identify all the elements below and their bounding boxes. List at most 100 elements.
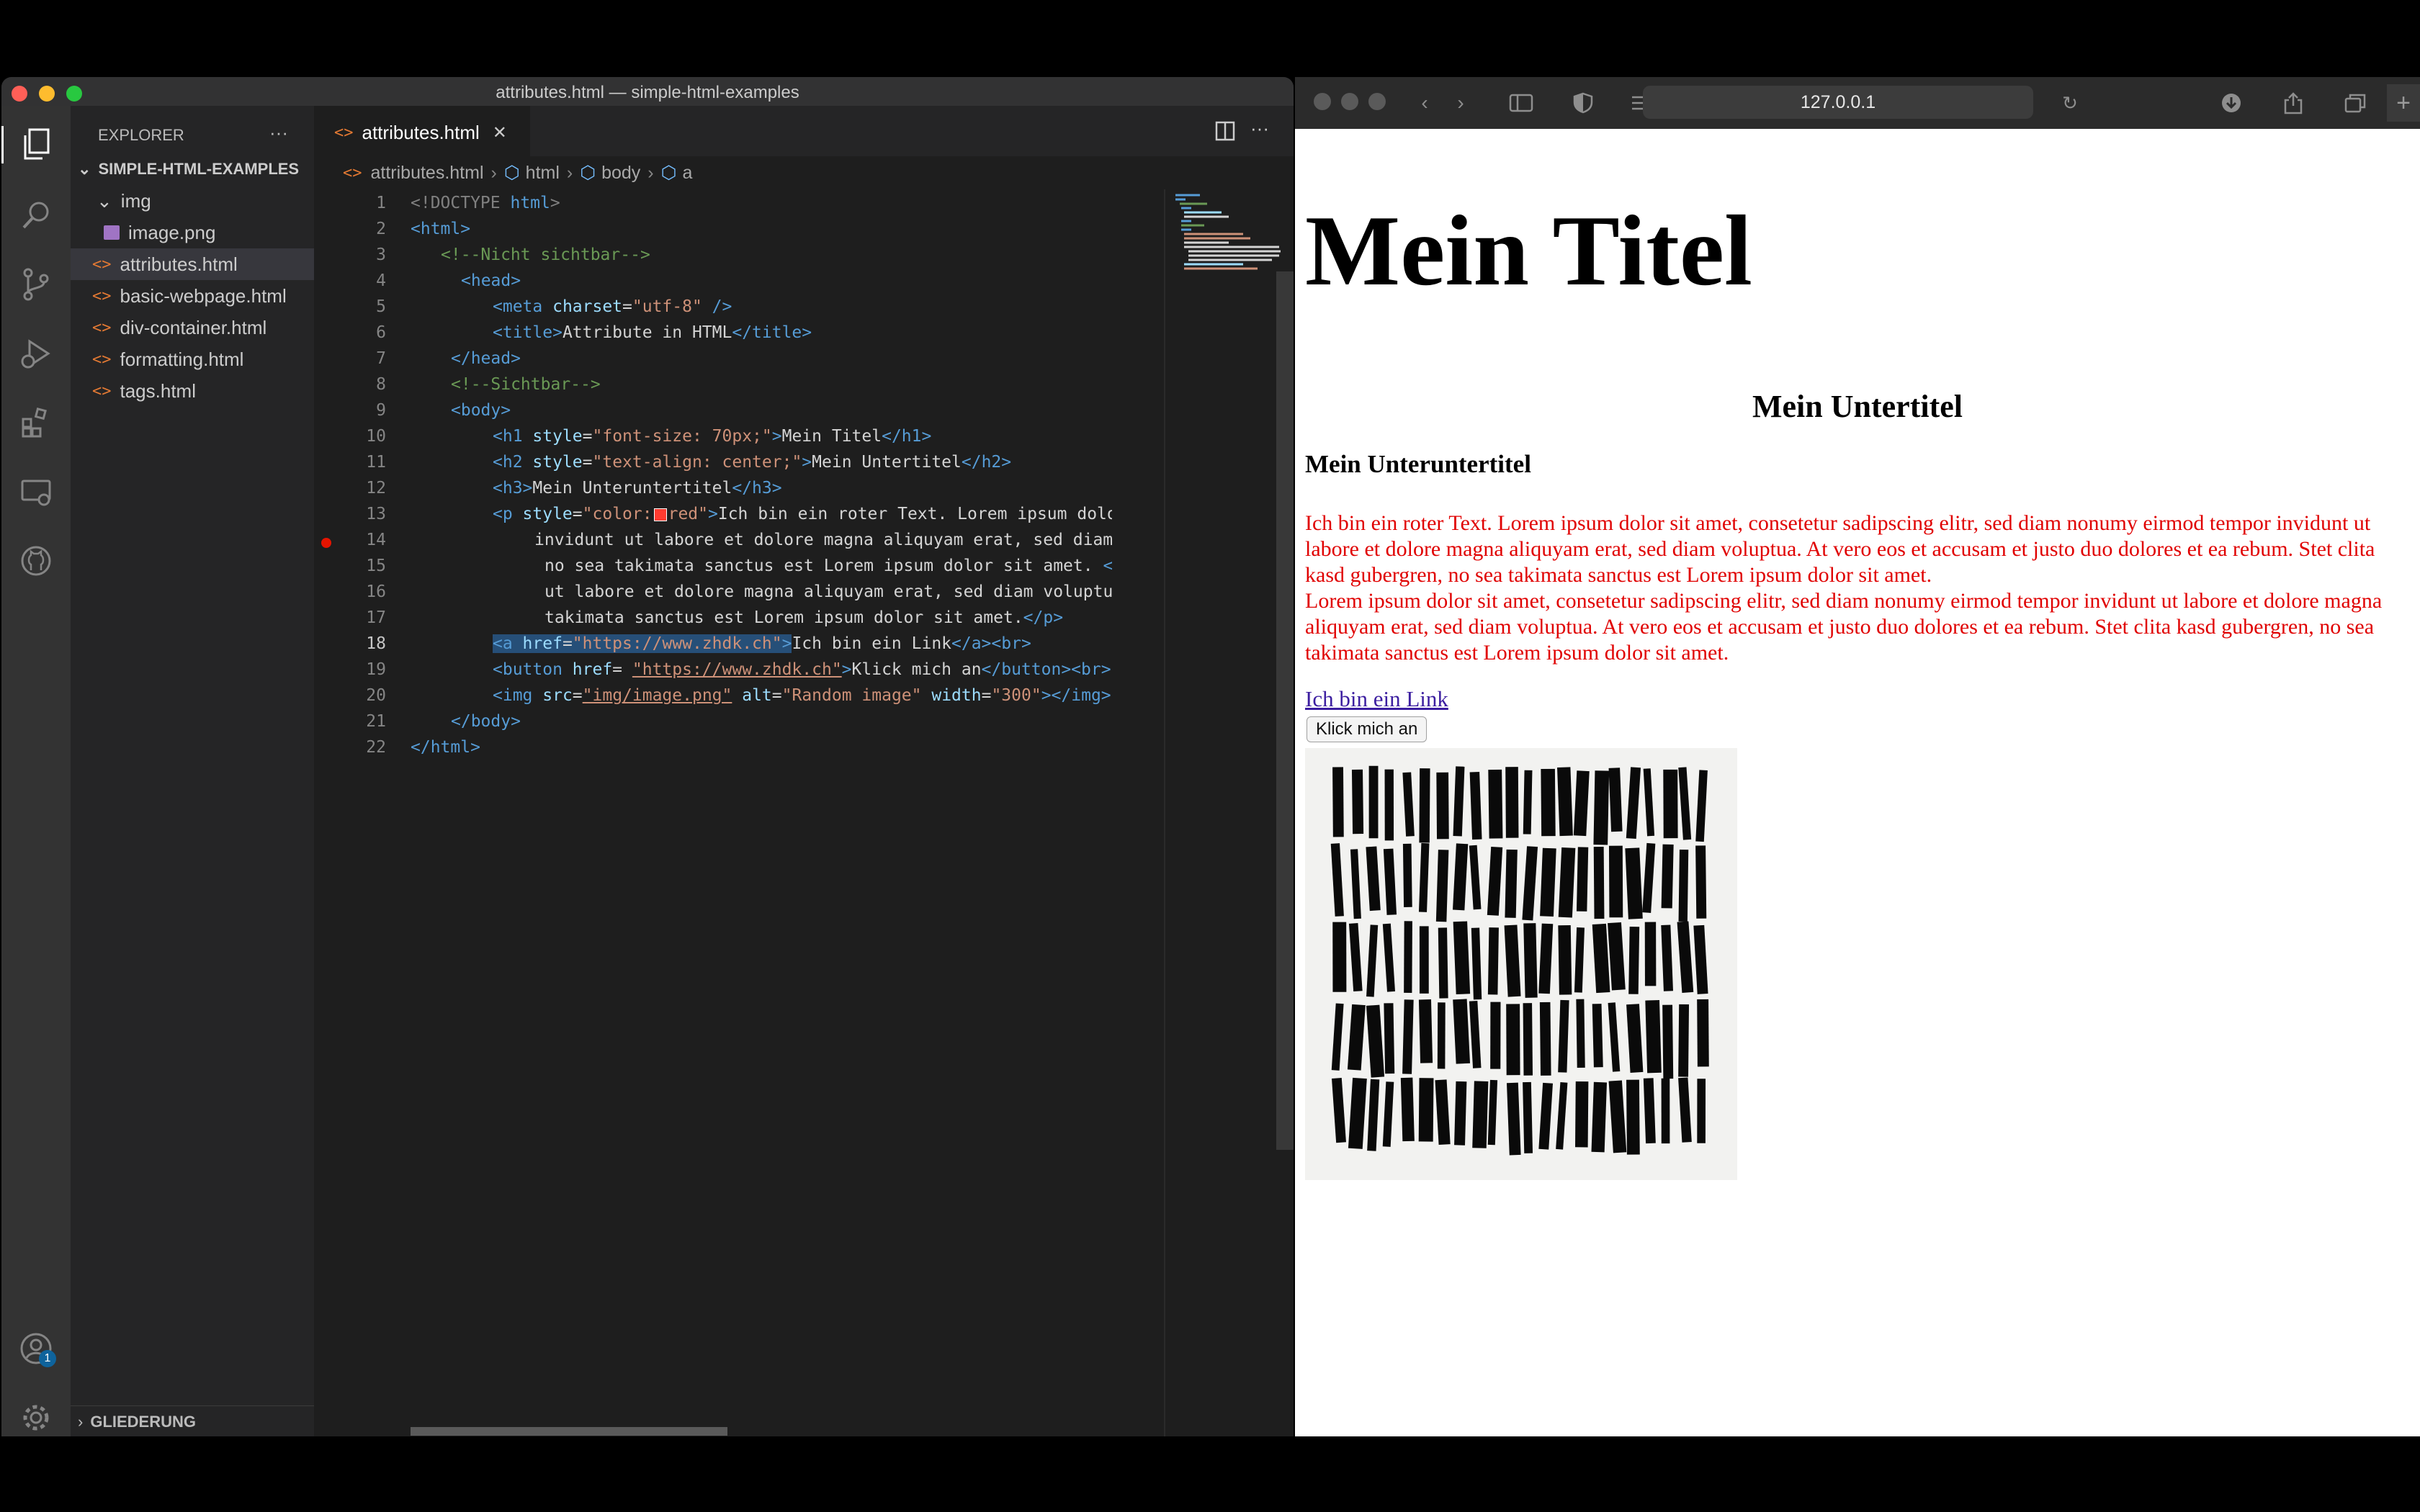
image-bar <box>1558 999 1569 1073</box>
image-bar <box>1626 1079 1640 1155</box>
line-number: 12 <box>366 479 386 498</box>
downloads-icon[interactable] <box>2217 89 2246 117</box>
outline-section[interactable]: › GLIEDERUNG <box>71 1405 314 1436</box>
tree-item-div-container[interactable]: <> div-container.html <box>71 312 314 343</box>
image-bar <box>1695 845 1707 919</box>
explorer-icon[interactable] <box>1 126 71 163</box>
breadcrumb-item[interactable]: body <box>601 163 640 184</box>
sidebar-toggle-icon[interactable] <box>1507 89 1536 117</box>
image-bar <box>1366 1004 1385 1078</box>
source-control-icon[interactable] <box>17 266 55 303</box>
reload-icon[interactable]: ↻ <box>2056 89 2084 117</box>
address-bar[interactable]: 127.0.0.1 <box>1643 86 2033 119</box>
project-folder[interactable]: ⌄ SIMPLE-HTML-EXAMPLES <box>71 153 314 185</box>
image-bar <box>1592 1004 1603 1068</box>
element-icon: ⬡ <box>580 163 596 183</box>
chevron-down-icon: ⌄ <box>97 189 112 212</box>
explorer-header: EXPLORER <box>98 126 184 144</box>
explorer-more-button[interactable]: ··· <box>269 122 288 144</box>
extensions-icon[interactable] <box>17 404 55 441</box>
line-number: 6 <box>376 323 386 342</box>
image-bar <box>1677 921 1694 993</box>
tab-attributes-html[interactable]: <> attributes.html ✕ <box>314 106 530 158</box>
image-bar <box>1347 1004 1366 1071</box>
forward-icon[interactable]: › <box>1446 89 1475 117</box>
tree-item-basic-webpage[interactable]: <> basic-webpage.html <box>71 280 314 312</box>
close-window-button[interactable] <box>1314 93 1331 110</box>
image-bar <box>1697 1079 1706 1143</box>
horizontal-scrollbar[interactable] <box>411 1427 727 1436</box>
image-bar <box>1558 847 1576 918</box>
image-bar <box>1487 927 1499 995</box>
tree-item-attributes-html[interactable]: <> attributes.html <box>71 248 314 280</box>
breadcrumb-item[interactable]: attributes.html <box>371 163 484 184</box>
image-bar <box>1678 849 1689 922</box>
line-number: 8 <box>376 375 386 394</box>
explorer-sidebar: EXPLORER ··· ⌄ SIMPLE-HTML-EXAMPLES ⌄ im… <box>71 106 314 1436</box>
new-tab-icon[interactable]: + <box>2387 84 2420 122</box>
back-icon[interactable]: ‹ <box>1410 89 1439 117</box>
element-icon: ⬡ <box>503 163 520 183</box>
privacy-shield-icon[interactable] <box>1569 89 1597 117</box>
tree-item-label: image.png <box>128 221 216 243</box>
image-bar <box>1678 1004 1690 1077</box>
accounts-icon[interactable]: 1 <box>17 1330 56 1367</box>
breakpoint-dot[interactable] <box>321 538 331 548</box>
image-bar <box>1644 922 1657 986</box>
github-icon[interactable] <box>17 542 55 580</box>
search-icon[interactable] <box>17 197 55 234</box>
color-swatch[interactable] <box>653 508 667 521</box>
page-link[interactable]: Ich bin ein Link <box>1305 686 1448 712</box>
tab-close-icon[interactable]: ✕ <box>493 122 507 143</box>
share-icon[interactable] <box>2279 89 2308 117</box>
page-subtitle: Mein Untertitel <box>1752 389 1963 424</box>
image-bar <box>1576 999 1585 1068</box>
chevron-right-icon: › <box>78 1412 84 1431</box>
line-number: 7 <box>376 349 386 368</box>
remote-explorer-icon[interactable] <box>17 473 55 510</box>
breadcrumb-item[interactable]: html <box>526 163 560 184</box>
image-bar <box>1383 848 1397 915</box>
code-line: </head> <box>451 349 521 368</box>
minimap[interactable] <box>1164 189 1294 1436</box>
tabs-overview-icon[interactable] <box>2341 89 2370 117</box>
image-bar <box>1330 843 1344 917</box>
tree-item-label: basic-webpage.html <box>120 284 287 307</box>
image-bar <box>1504 924 1521 997</box>
tab-label: attributes.html <box>362 121 480 143</box>
image-bar <box>1505 849 1518 918</box>
tree-item-img-folder[interactable]: ⌄ img <box>71 185 314 217</box>
run-debug-icon[interactable] <box>17 335 55 372</box>
zoom-window-button[interactable] <box>1368 93 1386 110</box>
image-bar <box>1471 927 1482 1000</box>
image-bar <box>1697 999 1709 1067</box>
image-bar <box>1384 769 1394 841</box>
image-bar <box>1645 1000 1662 1074</box>
image-bar <box>1625 847 1643 919</box>
image-bar <box>1382 1081 1394 1147</box>
image-bar <box>1438 927 1448 999</box>
editor-more-icon[interactable]: ··· <box>1250 117 1269 140</box>
code-line: takimata sanctus est Lorem ipsum dolor s… <box>544 608 1064 627</box>
tree-item-formatting[interactable]: <> formatting.html <box>71 343 314 375</box>
paragraph-text: Lorem ipsum dolor sit amet, consetetur s… <box>1305 589 2383 665</box>
tree-item-tags[interactable]: <> tags.html <box>71 375 314 407</box>
vertical-scrollbar[interactable] <box>1276 271 1294 1150</box>
settings-gear-icon[interactable] <box>17 1399 55 1436</box>
breadcrumb-item[interactable]: a <box>682 163 692 184</box>
image-bar <box>1661 1078 1670 1144</box>
tree-item-image-png[interactable]: image.png <box>71 217 314 248</box>
code-line: <p style="color: red">Ich bin ein roter T… <box>493 505 1112 523</box>
image-bar <box>1608 845 1623 918</box>
image-bar <box>1331 1078 1346 1143</box>
html-file-icon: <> <box>92 350 112 369</box>
image-bar <box>1626 767 1641 839</box>
click-button[interactable]: Klick mich an <box>1307 716 1428 742</box>
image-bar <box>1436 772 1449 840</box>
image-bar <box>1400 1077 1415 1142</box>
line-number: 20 <box>366 686 386 705</box>
tree-item-label: img <box>120 189 151 212</box>
minimize-window-button[interactable] <box>1341 93 1358 110</box>
split-editor-icon[interactable] <box>1214 120 1236 145</box>
image-bar <box>1506 1082 1521 1156</box>
